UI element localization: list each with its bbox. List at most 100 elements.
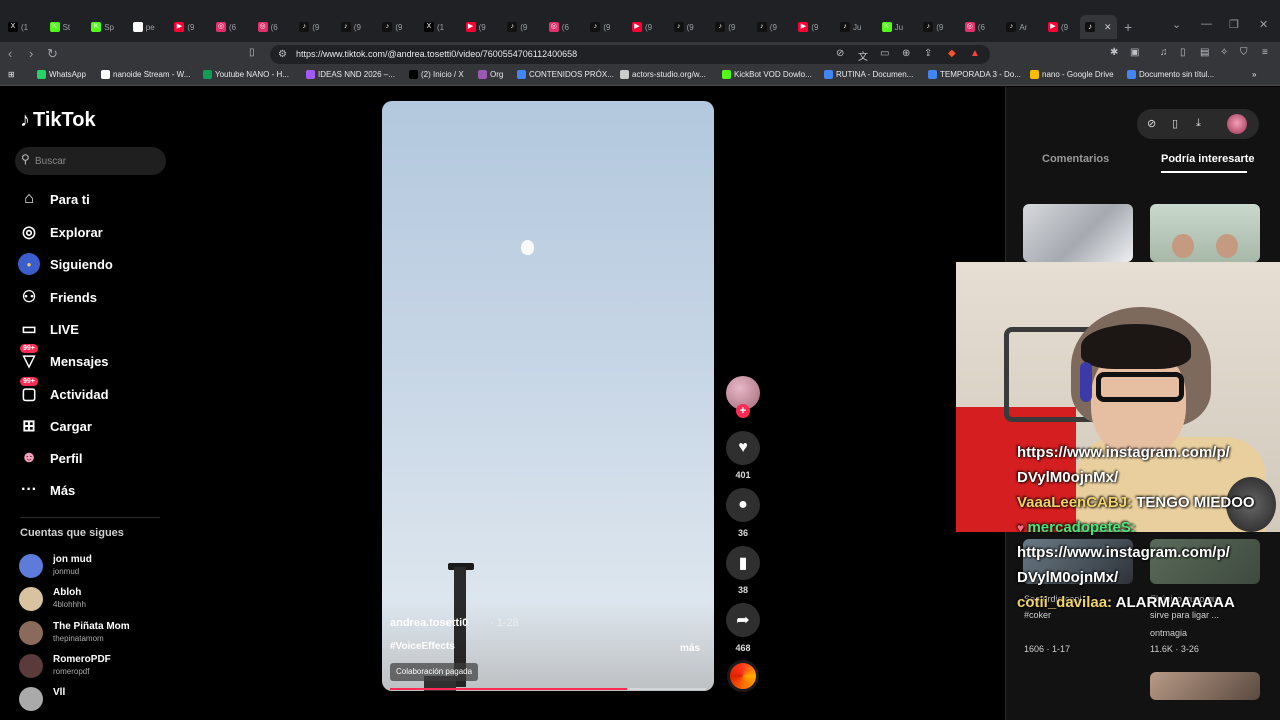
sidebar-item-activity[interactable]: ▢ 99+ Actividad — [18, 377, 109, 406]
video-progress-bar[interactable] — [390, 688, 706, 690]
sidebar-item-home[interactable]: ⌂ Para ti — [18, 187, 90, 211]
browser-tab[interactable]: ◎ (6 — [548, 18, 569, 36]
browser-tab[interactable]: X (1 — [8, 18, 28, 36]
phone-icon[interactable]: ▯ — [1172, 117, 1178, 130]
share-button[interactable]: ➦ — [726, 603, 760, 637]
recommended-video-thumb[interactable] — [1150, 672, 1260, 700]
sidebar-icon[interactable]: ▯ — [1180, 47, 1186, 58]
download-icon[interactable]: ⤓ — [1196, 117, 1201, 130]
bookmark-item[interactable]: RUTINA - Documen... — [824, 70, 913, 79]
browser-tab[interactable]: K Ju — [881, 18, 903, 36]
browser-tab[interactable]: ♪ (9 — [382, 18, 403, 36]
bookmark-item[interactable]: nano - Google Drive — [1030, 70, 1114, 79]
extensions-icon[interactable]: ✱ — [1110, 47, 1118, 58]
leo-ai-icon[interactable]: ✧ — [1220, 47, 1228, 58]
bookmark-item[interactable]: Youtube NANO - H... — [203, 70, 289, 79]
browser-tab[interactable]: ♪ Ar — [1006, 18, 1027, 36]
browser-tab[interactable]: ▶ (9 — [1048, 18, 1068, 36]
browser-tab[interactable]: ◎ (6 — [216, 18, 236, 36]
video-author[interactable]: andrea.tosetti0 — [390, 617, 468, 629]
apps-icon[interactable]: ⊞ — [8, 70, 15, 79]
tab-comments[interactable]: Comentarios — [1042, 153, 1109, 165]
brave-shield-icon[interactable]: ◆ — [948, 48, 956, 59]
cast-icon[interactable]: ▭ — [880, 48, 889, 59]
browser-tab[interactable]: ♪ (9 — [673, 18, 694, 36]
search-box[interactable]: ⚲ — [15, 147, 166, 175]
browser-tab-active[interactable]: ♪ ✕ — [1080, 15, 1117, 39]
bookmark-item[interactable]: nanoide Stream - W... — [101, 70, 190, 79]
tab-close-icon[interactable]: ✕ — [1104, 22, 1112, 33]
search-input[interactable] — [35, 153, 160, 169]
reload-icon[interactable]: ↻ — [47, 46, 58, 62]
bookmark-item[interactable]: IDEAS NND 2026 –... — [306, 70, 395, 79]
browser-tab[interactable]: ♪ (9 — [340, 18, 361, 36]
following-account[interactable]: jon mud jonmud — [19, 552, 159, 582]
browser-tab[interactable]: ♪ (9 — [756, 18, 777, 36]
browser-tab[interactable]: ♪ (9 — [507, 18, 527, 36]
browser-tab[interactable]: ♪ (9 — [590, 18, 611, 36]
translate-icon[interactable]: 文 — [858, 48, 868, 63]
video-hashtag[interactable]: #VoiceEffects — [390, 641, 455, 652]
browser-tab[interactable]: ♪ Ju — [840, 18, 861, 36]
forward-icon[interactable]: › — [29, 46, 33, 61]
sidebar-item-messages[interactable]: ▽ 99+ Mensajes — [18, 344, 109, 373]
tiktok-logo[interactable]: ♪ TikTok — [20, 109, 96, 132]
tab-search-icon[interactable]: ⌄ — [1172, 18, 1181, 31]
sidebar-item-profile[interactable]: ☻ Perfil — [18, 446, 83, 470]
video-more-button[interactable]: más — [680, 643, 700, 654]
menu-icon[interactable]: ≡ — [1262, 47, 1268, 58]
bookmark-item[interactable]: KickBot VOD Dowlo... — [722, 70, 812, 79]
sidebar-item-compass[interactable]: ◎ Explorar — [18, 220, 103, 244]
address-bar[interactable]: ⚙ https://www.tiktok.com/@andrea.tosetti… — [270, 45, 990, 64]
share-icon[interactable]: ⇪ — [924, 48, 932, 59]
browser-tab[interactable]: ♪ (9 — [715, 18, 735, 36]
back-icon[interactable]: ‹ — [8, 46, 12, 61]
zoom-icon[interactable]: ⊕ — [902, 48, 910, 59]
eye-off-icon[interactable]: ⊘ — [836, 48, 844, 59]
wallet-icon[interactable]: ▤ — [1200, 47, 1209, 58]
bookmark-item[interactable]: (2) Inicio / X — [409, 70, 464, 79]
browser-tab[interactable]: Gpe — [132, 18, 155, 36]
save-button[interactable]: ▮ — [726, 546, 760, 580]
comment-button[interactable]: ● — [726, 488, 760, 522]
recommended-video-thumb[interactable] — [1023, 204, 1133, 262]
brave-rewards-icon[interactable]: ▲ — [970, 48, 980, 59]
following-account[interactable]: Abloh 4blohhhh — [19, 585, 159, 615]
bookmark-star-icon[interactable]: ▯ — [249, 47, 255, 58]
following-account[interactable]: RomeroPDF romeropdf — [19, 652, 159, 682]
user-avatar[interactable] — [1227, 114, 1247, 134]
browser-tab[interactable]: ♪ (9 — [923, 18, 943, 36]
sidebar-item-more[interactable]: ··· Más — [18, 478, 75, 502]
browser-tab[interactable]: K St — [49, 18, 70, 36]
coins-icon[interactable]: ⊘ — [1147, 117, 1156, 130]
bookmark-item[interactable]: CONTENIDOS PRÓX... — [517, 70, 614, 79]
sidebar-item-upload[interactable]: ⊞ Cargar — [18, 414, 92, 438]
recommended-video-thumb[interactable] — [1150, 204, 1260, 262]
bookmark-item[interactable]: WhatsApp — [37, 70, 86, 79]
like-button[interactable]: ♥ — [726, 431, 760, 465]
browser-tab[interactable]: ▶ (9 — [632, 18, 652, 36]
site-info-icon[interactable]: ⚙ — [278, 49, 287, 60]
following-account[interactable]: The Piñata Mom thepinatamom — [19, 619, 159, 649]
minimize-icon[interactable]: — — [1201, 18, 1212, 30]
browser-tab[interactable]: ▶ (9 — [465, 18, 486, 36]
bookmark-item[interactable]: TEMPORADA 3 - Do... — [928, 70, 1021, 79]
window-close-icon[interactable]: ✕ — [1259, 18, 1268, 31]
maximize-icon[interactable]: ❐ — [1229, 18, 1239, 31]
media-icon[interactable]: ♫ — [1160, 47, 1168, 58]
video-player[interactable]: andrea.tosetti0 · 1-28 #VoiceEffects más… — [382, 101, 714, 691]
bookmarks-overflow-icon[interactable]: » — [1252, 70, 1256, 79]
browser-tab[interactable]: ♪ (9 — [299, 18, 319, 36]
browser-tab[interactable]: K Sp — [91, 18, 114, 36]
screenshot-icon[interactable]: ▣ — [1130, 47, 1139, 58]
bookmark-item[interactable]: Documento sin títul... — [1127, 70, 1214, 79]
url-text[interactable]: https://www.tiktok.com/@andrea.tosetti0/… — [296, 49, 577, 59]
vpn-icon[interactable]: ⛉ — [1240, 47, 1248, 58]
sidebar-item-following[interactable]: ● Siguiendo — [18, 252, 113, 276]
browser-tab[interactable]: ▶ (9 — [798, 18, 819, 36]
browser-tab[interactable]: ▶ (9 — [174, 18, 195, 36]
new-tab-button[interactable]: + — [1124, 19, 1132, 35]
tab-recommended[interactable]: Podría interesarte — [1161, 153, 1255, 165]
browser-tab[interactable]: ◎ (6 — [257, 18, 278, 36]
following-account[interactable]: Vll — [19, 685, 159, 715]
